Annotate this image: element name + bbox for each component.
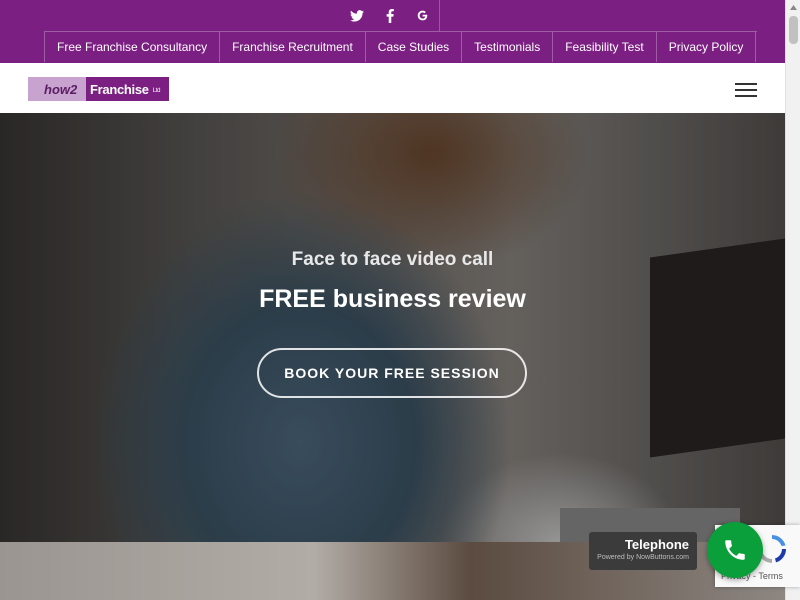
- logo-ltd-text: Ltd: [152, 88, 161, 94]
- hero-section: Face to face video call FREE business re…: [0, 113, 785, 542]
- nav-item-case-studies[interactable]: Case Studies: [364, 32, 461, 62]
- telephone-label: Telephone: [624, 537, 689, 552]
- hero-title: FREE business review: [259, 285, 526, 313]
- telephone-tooltip: Telephone Powered by NowButtons.com: [589, 532, 697, 570]
- site-header: how2 Franchise Ltd: [0, 63, 785, 113]
- book-free-session-button[interactable]: BOOK YOUR FREE SESSION: [257, 348, 527, 398]
- page-scrollbar[interactable]: [785, 0, 800, 600]
- hero-subtitle: Face to face video call: [291, 249, 494, 270]
- google-icon[interactable]: [406, 0, 440, 31]
- hamburger-menu-icon[interactable]: [735, 83, 757, 97]
- logo-part-franchise: Franchise Ltd: [86, 77, 169, 101]
- phone-icon: [725, 540, 745, 560]
- hero-overlay: [0, 113, 785, 542]
- nav-item-testimonials[interactable]: Testimonials: [461, 32, 552, 62]
- logo-franchise-text: Franchise: [90, 81, 149, 97]
- nav-item-franchise-recruitment[interactable]: Franchise Recruitment: [219, 32, 365, 62]
- logo-part-how2: how2: [28, 77, 86, 101]
- nav-item-privacy-policy[interactable]: Privacy Policy: [655, 32, 757, 62]
- nav-item-free-franchise-consultancy[interactable]: Free Franchise Consultancy: [44, 32, 219, 62]
- powered-by-text: Powered by NowButtons.com: [597, 554, 689, 561]
- top-navigation: Free Franchise Consultancy Franchise Rec…: [44, 31, 757, 62]
- site-logo[interactable]: how2 Franchise Ltd: [28, 77, 169, 101]
- top-bar: Free Franchise Consultancy Franchise Rec…: [0, 0, 785, 63]
- twitter-icon[interactable]: [340, 0, 373, 31]
- scrollbar-thumb[interactable]: [789, 16, 798, 44]
- facebook-icon[interactable]: [373, 0, 406, 31]
- scroll-up-arrow-icon[interactable]: [786, 0, 800, 14]
- nav-item-feasibility-test[interactable]: Feasibility Test: [552, 32, 655, 62]
- social-links: [340, 0, 440, 31]
- call-button[interactable]: [707, 522, 763, 578]
